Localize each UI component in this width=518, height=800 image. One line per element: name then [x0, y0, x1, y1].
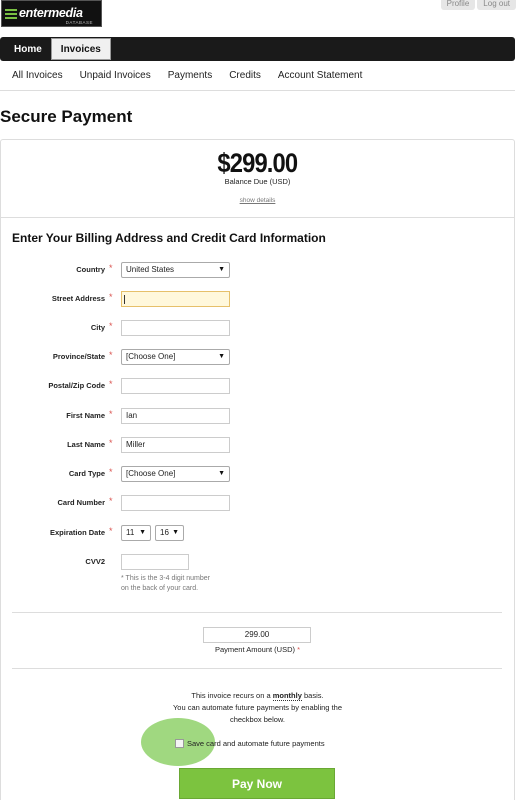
- province-value: [Choose One]: [126, 352, 176, 361]
- street-label: Street Address: [51, 294, 105, 303]
- divider: [12, 668, 502, 669]
- required-mark: *: [109, 321, 113, 331]
- required-mark: *: [109, 379, 113, 389]
- required-mark: *: [109, 350, 113, 360]
- nav-item-invoices[interactable]: Invoices: [50, 38, 111, 60]
- last-name-row: Last Name * Miller: [0, 436, 515, 454]
- expiration-year-value: 16: [160, 528, 169, 537]
- card-number-input[interactable]: [121, 495, 230, 511]
- country-value: United States: [126, 265, 175, 274]
- card-type-label: Card Type: [68, 469, 105, 478]
- subnav-all-invoices[interactable]: All Invoices: [12, 70, 63, 81]
- show-details-link[interactable]: show details: [0, 197, 515, 204]
- cvv-row: CVV2: [0, 553, 515, 571]
- logo-text: entermedia: [19, 6, 83, 21]
- expiration-row: Expiration Date * 11 ▼ 16 ▼: [0, 524, 515, 542]
- form-title: Enter Your Billing Address and Credit Ca…: [12, 231, 326, 245]
- page-title: Secure Payment: [0, 107, 133, 126]
- cvv-hint-line1: * This is the 3-4 digit number: [121, 575, 210, 582]
- country-row: Country * United States ▼: [0, 261, 515, 279]
- street-input[interactable]: [121, 291, 230, 307]
- balance-summary: $299.00 Balance Due (USD): [0, 148, 515, 187]
- recurring-line1: This invoice recurs on a monthly basis.: [0, 690, 515, 702]
- country-select[interactable]: United States ▼: [121, 262, 230, 278]
- balance-amount: $299.00: [217, 148, 299, 178]
- postal-row: Postal/Zip Code *: [0, 377, 515, 395]
- cvv-input[interactable]: [121, 554, 189, 570]
- first-name-input[interactable]: Ian: [121, 408, 230, 424]
- subnav-payments[interactable]: Payments: [168, 70, 212, 81]
- recurring-info: This invoice recurs on a monthly basis. …: [0, 690, 515, 726]
- street-row: Street Address *: [0, 290, 515, 308]
- logo-subtitle: DATABASE: [65, 20, 93, 25]
- balance-label: Balance Due (USD): [224, 177, 291, 186]
- city-input[interactable]: [121, 320, 230, 336]
- cvv-hint: * This is the 3-4 digit number on the ba…: [121, 574, 231, 594]
- divider: [12, 612, 502, 613]
- card-number-row: Card Number *: [0, 494, 515, 512]
- nav-item-home[interactable]: Home: [5, 37, 51, 61]
- province-label: Province/State: [52, 352, 105, 361]
- payment-amount-label-text: Payment Amount (USD): [214, 645, 295, 654]
- brand-logo[interactable]: entermedia DATABASE: [1, 0, 102, 27]
- card-type-row: Card Type * [Choose One] ▼: [0, 465, 515, 483]
- logout-link[interactable]: Log out: [477, 0, 516, 10]
- main-nav: Home Invoices: [0, 37, 515, 61]
- required-mark: *: [109, 438, 113, 448]
- required-mark: *: [109, 292, 113, 302]
- recur-period: monthly: [272, 691, 302, 701]
- city-label: City: [90, 323, 105, 332]
- expiration-year-select[interactable]: 16 ▼: [155, 525, 184, 541]
- payment-amount-label: Payment Amount (USD) *: [0, 645, 515, 654]
- expiration-label: Expiration Date: [49, 528, 105, 537]
- save-card-checkbox[interactable]: [175, 739, 184, 748]
- save-card-label[interactable]: Save card and automate future payments: [187, 739, 325, 748]
- profile-link[interactable]: Profile: [440, 0, 476, 10]
- dropdown-arrow-icon: ▼: [218, 266, 225, 273]
- province-select[interactable]: [Choose One] ▼: [121, 349, 230, 365]
- postal-input[interactable]: [121, 378, 230, 394]
- pay-now-button[interactable]: Pay Now: [179, 768, 335, 799]
- country-label: Country: [76, 265, 105, 274]
- required-mark: *: [109, 409, 113, 419]
- top-links: Profile Log out: [440, 0, 516, 10]
- card-type-value: [Choose One]: [126, 469, 176, 478]
- first-name-row: First Name * Ian: [0, 407, 515, 425]
- card-type-select[interactable]: [Choose One] ▼: [121, 466, 230, 482]
- logo-mark-icon: [5, 8, 17, 20]
- recurring-line3: checkbox below.: [229, 715, 286, 724]
- sub-nav: All Invoices Unpaid Invoices Payments Cr…: [0, 61, 515, 91]
- card-number-label: Card Number: [57, 498, 105, 507]
- subnav-account-statement[interactable]: Account Statement: [278, 70, 363, 81]
- subnav-credits[interactable]: Credits: [229, 70, 261, 81]
- required-mark: *: [109, 467, 113, 477]
- first-name-label: First Name: [66, 411, 105, 420]
- expiration-month-select[interactable]: 11 ▼: [121, 525, 151, 541]
- postal-label: Postal/Zip Code: [48, 381, 105, 390]
- recur-prefix: This invoice recurs on a: [191, 691, 271, 700]
- text-cursor: [124, 295, 125, 304]
- required-mark: *: [109, 496, 113, 506]
- dropdown-arrow-icon: ▼: [218, 470, 225, 477]
- required-mark: *: [109, 263, 113, 273]
- dropdown-arrow-icon: ▼: [218, 353, 225, 360]
- required-mark: *: [297, 645, 301, 654]
- last-name-label: Last Name: [67, 440, 105, 449]
- recurring-line2: You can automate future payments by enab…: [172, 703, 342, 712]
- divider: [1, 217, 514, 218]
- dropdown-arrow-icon: ▼: [139, 529, 146, 536]
- cvv-hint-line2: on the back of your card.: [121, 585, 199, 592]
- required-mark: *: [109, 526, 113, 536]
- recur-suffix: basis.: [303, 691, 324, 700]
- province-row: Province/State * [Choose One] ▼: [0, 348, 515, 366]
- last-name-input[interactable]: Miller: [121, 437, 230, 453]
- payment-amount-input[interactable]: 299.00: [203, 627, 311, 643]
- cvv-label: CVV2: [85, 557, 105, 566]
- expiration-month-value: 11: [126, 528, 135, 537]
- subnav-unpaid-invoices[interactable]: Unpaid Invoices: [80, 70, 151, 81]
- city-row: City *: [0, 319, 515, 337]
- dropdown-arrow-icon: ▼: [172, 529, 179, 536]
